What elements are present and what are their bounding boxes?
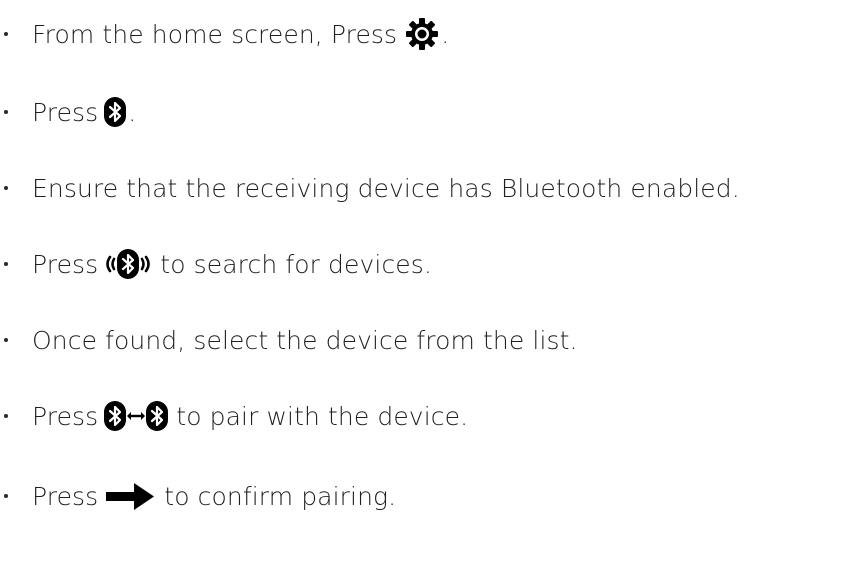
step-text: Press — [32, 401, 99, 431]
step-text: Ensure that the receiving device has Blu… — [32, 173, 740, 203]
bluetooth-search-icon — [104, 249, 152, 279]
bluetooth-pair-icon — [104, 401, 169, 431]
step-text: Once found, select the device from the l… — [32, 325, 578, 355]
bluetooth-icon — [104, 97, 127, 127]
step-search-devices: Press to search for devices. — [0, 242, 862, 286]
step-text: Press — [32, 97, 99, 127]
step-punct: . — [441, 19, 450, 49]
bullet — [4, 262, 8, 266]
step-text: From the home screen, Press — [32, 19, 398, 49]
step-text-after: to pair with the device. — [176, 401, 469, 431]
step-text-after: to search for devices. — [160, 249, 432, 279]
arrow-right-icon — [106, 481, 156, 511]
step-open-settings: From the home screen, Press . — [0, 12, 862, 56]
step-ensure-enabled: Ensure that the receiving device has Blu… — [0, 166, 862, 210]
bullet — [4, 338, 8, 342]
step-text-after: to confirm pairing. — [164, 481, 397, 511]
step-text: Press — [32, 249, 99, 279]
bullet — [4, 32, 8, 36]
step-text: Press — [32, 481, 99, 511]
bullet — [4, 110, 8, 114]
step-press-bluetooth: Press . — [0, 90, 862, 134]
bullet — [4, 494, 8, 498]
step-punct: . — [128, 97, 137, 127]
step-select-device: Once found, select the device from the l… — [0, 318, 862, 362]
bullet — [4, 414, 8, 418]
bullet — [4, 186, 8, 190]
gear-icon — [405, 17, 439, 51]
step-confirm-pairing: Press to confirm pairing. — [0, 474, 862, 518]
step-pair-device: Press to pair with the device. — [0, 394, 862, 438]
